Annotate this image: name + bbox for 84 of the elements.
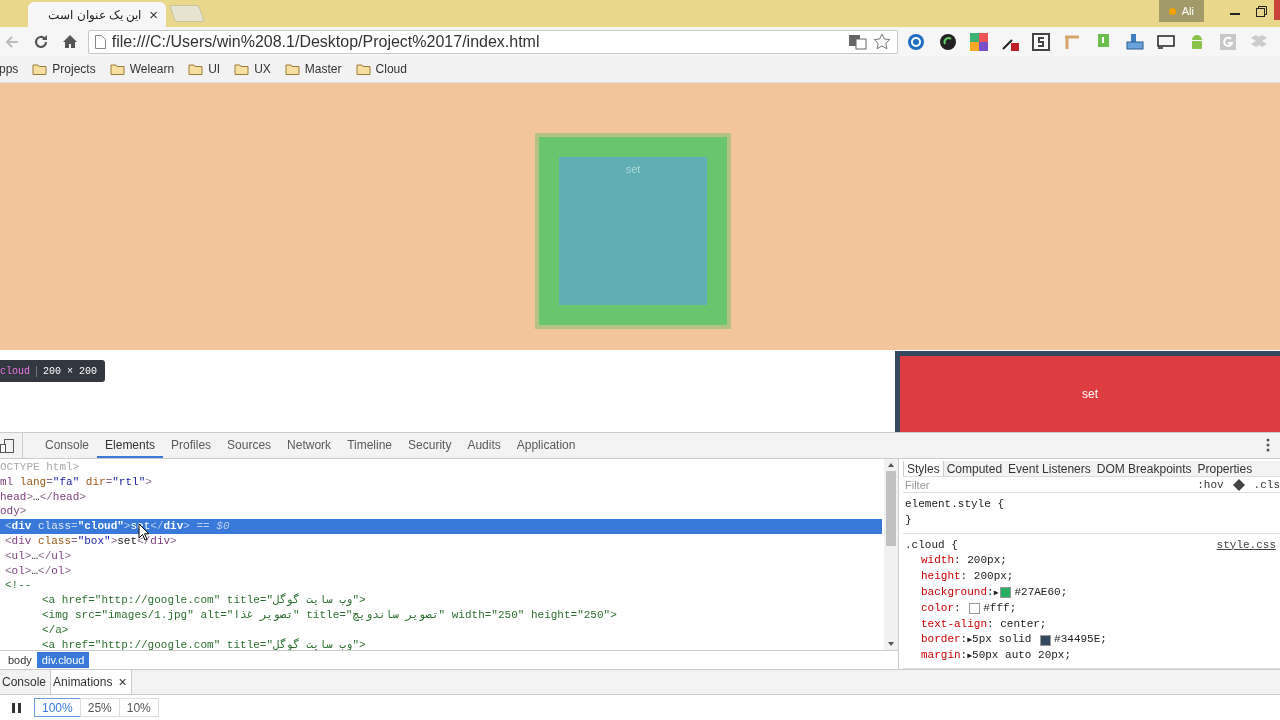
tooltip-size: 200 × 200 [42, 365, 98, 377]
dom-node-line[interactable]: ml lang="fa" dir="rtl"> [0, 474, 882, 490]
speed-button[interactable]: 10% [118, 698, 159, 717]
devtools-tab[interactable]: Audits [459, 433, 509, 458]
folder-icon [284, 63, 300, 75]
folder-icon [188, 63, 204, 75]
bookmark-link[interactable]: UX [234, 62, 271, 76]
dom-node-line[interactable]: <a href="http://google.com" title="وب سایت گوگل"> [0, 593, 882, 608]
folder-icon [234, 63, 250, 75]
dom-node-line[interactable]: <a href="http://google.com" title="وب سایت گوگل"> [0, 637, 882, 650]
tooltip-selector: cloud [0, 365, 37, 377]
dom-node-line[interactable]: <img src="images/1.jpg" alt="تصویر غذا" title="تصویر ساندویچ" width="250" height="250"> [0, 607, 882, 623]
devtools-tab[interactable]: Elements [97, 433, 164, 458]
restore-icon[interactable] [1255, 5, 1267, 17]
rule-close: } [905, 513, 912, 526]
styles-tab[interactable]: Event Listeners [1005, 461, 1094, 476]
cast-icon[interactable] [1156, 34, 1175, 49]
devtools-tab[interactable]: Application [508, 433, 584, 458]
translate-icon[interactable] [848, 33, 867, 50]
dom-node-line[interactable]: <ol>…</ol> [0, 563, 882, 579]
rule-selector: element.style { [905, 497, 1005, 513]
css-property[interactable]: height: 200px; [905, 569, 1280, 585]
dom-node-line[interactable]: ody> [0, 504, 882, 520]
css-property[interactable]: text-align: center; [905, 616, 1280, 633]
menu-icon[interactable] [1266, 438, 1270, 452]
scroll-thumb[interactable] [886, 471, 896, 546]
browser-tab[interactable]: این یک عنوان است × [28, 2, 166, 27]
pause-icon [12, 702, 21, 713]
css-property[interactable]: margin:▶50px auto 20px; [905, 648, 1280, 664]
folder-icon [355, 63, 371, 75]
device-toggle-icon[interactable] [0, 433, 23, 458]
devtools-tab[interactable]: Timeline [339, 433, 401, 458]
css-property[interactable]: background:▶ #27AE60; [905, 585, 1280, 601]
bookmark-link[interactable]: Projects [32, 62, 96, 76]
css-property[interactable]: color: #fff; [905, 600, 1280, 617]
page-icon [94, 34, 106, 49]
bookmark-link[interactable]: UI [188, 62, 221, 76]
dom-node-line[interactable]: <div class="box">set</div> [0, 534, 882, 549]
dom-node-line[interactable]: <ul>…</ul> [0, 548, 882, 564]
devtools-tab[interactable]: Sources [219, 433, 280, 458]
rule-selector: .cloud { [905, 537, 958, 553]
css-property[interactable]: border:▶5px solid #34495E; [905, 632, 1280, 649]
tray-icon[interactable] [1125, 32, 1144, 51]
cls-button[interactable]: .cls [1253, 478, 1280, 491]
dom-node-line[interactable]: </a> [0, 622, 882, 638]
bookmark-link[interactable]: Master [284, 62, 342, 76]
styles-tab[interactable]: DOM Breakpoints [1093, 461, 1195, 476]
s-icon[interactable] [1032, 32, 1051, 51]
filter-field[interactable]: Filter [903, 478, 1190, 491]
speed-button[interactable]: 25% [79, 698, 120, 717]
styles-tab[interactable]: Computed [943, 461, 1006, 476]
css-property[interactable]: width: 200px; [905, 553, 1280, 570]
scrollbar[interactable] [884, 459, 898, 650]
styles-tab[interactable]: Properties [1194, 461, 1256, 476]
stylesheet-link[interactable]: style.css [1216, 537, 1280, 554]
bookmark-link[interactable]: Welearn [109, 62, 175, 76]
home-icon[interactable] [62, 34, 79, 49]
hov-button[interactable]: :hov [1197, 478, 1224, 491]
breadcrumb[interactable]: div.cloud [36, 652, 90, 668]
devtools-tab[interactable]: Console [37, 433, 98, 458]
drawer-tab[interactable]: Animations × [50, 670, 132, 694]
styles-tab[interactable]: Styles [903, 461, 944, 476]
tab-close-button[interactable]: × [149, 6, 158, 23]
reload-icon[interactable] [32, 33, 49, 50]
color-grid-icon[interactable] [969, 32, 988, 51]
tab-title: این یک عنوان است [48, 7, 142, 22]
devtools-tab[interactable]: Network [279, 433, 340, 458]
drawer-tab[interactable]: Console [0, 670, 51, 694]
bookmark-link[interactable]: Cloud [355, 62, 407, 76]
dom-node-line[interactable]: <!-- [0, 578, 882, 594]
address-bar[interactable]: file:///C:/Users/win%208.1/Desktop/Project%2017/index.html [87, 29, 898, 54]
dom-node-line[interactable]: head>…</head> [0, 489, 882, 505]
devtools-tab[interactable]: Security [400, 433, 460, 458]
folder-icon [109, 63, 125, 75]
speed-button[interactable]: 100% [34, 698, 81, 717]
devtools-tab[interactable]: Profiles [163, 433, 220, 458]
gauge-icon[interactable] [938, 32, 957, 51]
star-icon[interactable] [872, 33, 891, 50]
pause-button[interactable] [12, 702, 21, 713]
cloud-text: set [625, 163, 641, 177]
box-text: set [1082, 387, 1098, 401]
breadcrumb[interactable]: body [3, 652, 37, 668]
folder-icon [32, 63, 48, 75]
bookmark-link[interactable]: pps [0, 62, 19, 76]
